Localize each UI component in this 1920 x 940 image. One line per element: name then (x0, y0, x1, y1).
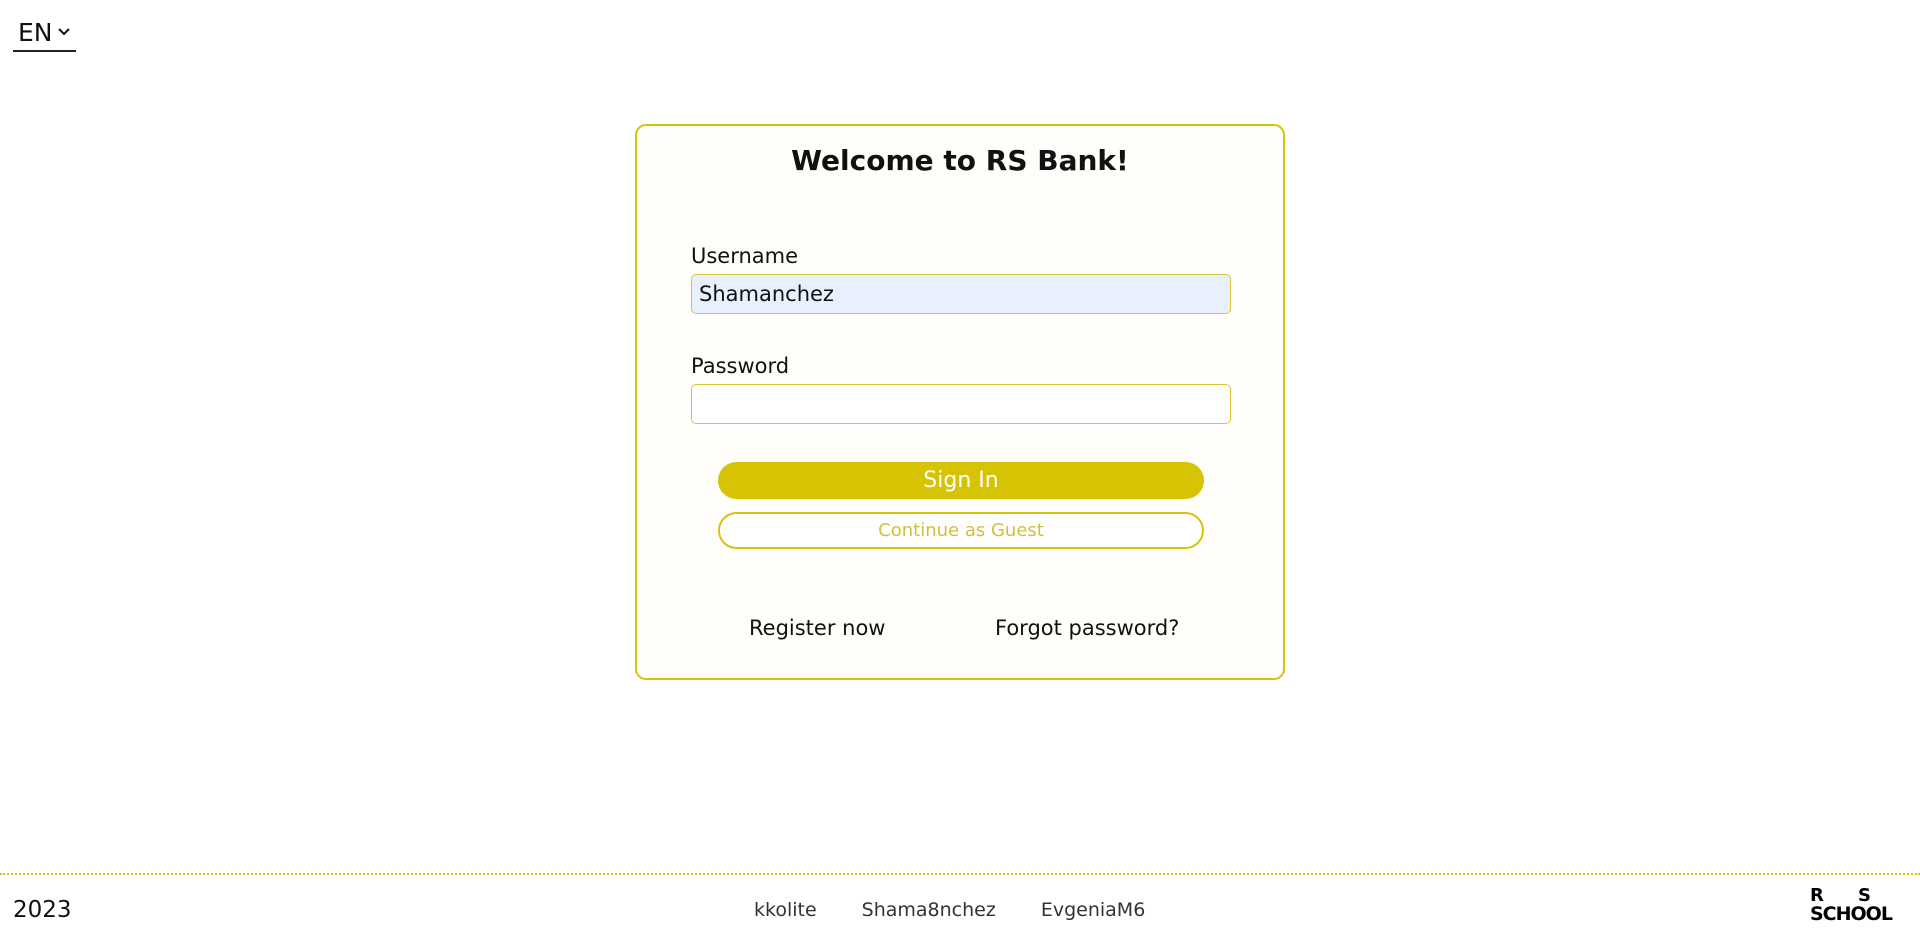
rs-school-logo[interactable]: R S SCHOOL (1808, 887, 1908, 927)
chevron-down-icon (57, 25, 71, 39)
footer-authors: kkolite Shama8nchez EvgeniaM6 (754, 899, 1145, 921)
username-label: Username (691, 244, 799, 268)
footer-year: 2023 (13, 897, 72, 923)
password-label: Password (691, 354, 790, 378)
author-link[interactable]: EvgeniaM6 (1041, 899, 1145, 921)
login-page: EN Welcome to RS Bank! Username Password… (0, 0, 1920, 940)
forgot-password-link[interactable]: Forgot password? (995, 616, 1179, 640)
language-value: EN (18, 17, 53, 47)
language-select[interactable]: EN (13, 14, 76, 52)
username-input[interactable] (691, 274, 1231, 314)
logo-school-text: SCHOOL (1810, 903, 1893, 925)
footer: 2023 kkolite Shama8nchez EvgeniaM6 R S S… (0, 873, 1920, 940)
register-link[interactable]: Register now (749, 616, 885, 640)
password-input[interactable] (691, 384, 1231, 424)
author-link[interactable]: kkolite (754, 899, 817, 921)
login-title: Welcome to RS Bank! (791, 144, 1129, 177)
sign-in-button[interactable]: Sign In (718, 462, 1204, 499)
login-card: Welcome to RS Bank! Username Password Si… (635, 124, 1285, 680)
author-link[interactable]: Shama8nchez (862, 899, 996, 921)
continue-as-guest-button[interactable]: Continue as Guest (718, 512, 1204, 549)
